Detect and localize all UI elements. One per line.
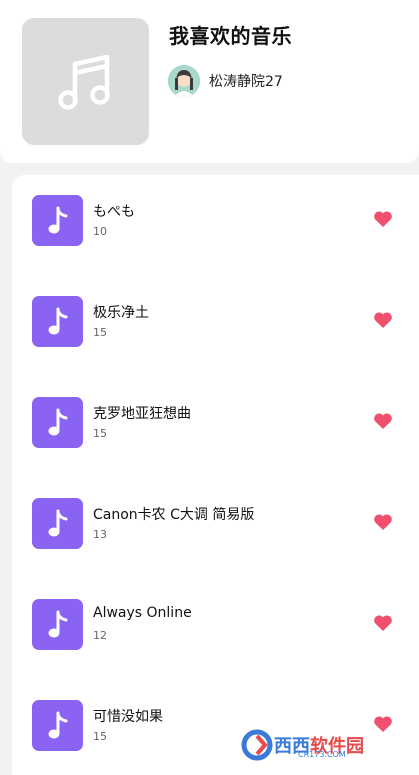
song-cover: [32, 498, 83, 549]
song-title: 克罗地亚狂想曲: [93, 406, 191, 422]
song-list: もぺも 10 极乐净土 15 克罗地亚狂想曲 15 Canon卡农 C大调 简易…: [12, 175, 419, 775]
song-title: 可惜没如果: [93, 709, 163, 725]
song-count: 12: [93, 629, 107, 642]
song-count: 15: [93, 326, 107, 339]
song-count: 15: [93, 427, 107, 440]
heart-icon[interactable]: [373, 715, 393, 733]
heart-icon[interactable]: [373, 614, 393, 632]
music-note-icon: [48, 307, 67, 334]
avatar-icon: [168, 65, 200, 97]
song-cover: [32, 397, 83, 448]
song-title: Always Online: [93, 605, 192, 621]
heart-icon[interactable]: [373, 311, 393, 329]
heart-icon[interactable]: [373, 412, 393, 430]
music-note-icon: [48, 509, 67, 536]
song-cover: [32, 296, 83, 347]
watermark: 西西软件园 CR173.COM: [240, 728, 364, 762]
playlist-owner[interactable]: 松涛静院27: [168, 65, 283, 97]
music-note-icon: [48, 610, 67, 637]
list-item[interactable]: 极乐净土 15: [12, 276, 419, 377]
song-title: もぺも: [93, 204, 135, 220]
list-item[interactable]: Always Online 12: [12, 579, 419, 680]
music-note-icon: [48, 408, 67, 435]
heart-icon[interactable]: [373, 210, 393, 228]
song-cover: [32, 195, 83, 246]
song-title: Canon卡农 C大调 简易版: [93, 507, 255, 523]
list-item[interactable]: Canon卡农 C大调 简易版 13: [12, 478, 419, 579]
playlist-cover[interactable]: [22, 18, 149, 145]
watermark-logo-icon: [241, 729, 273, 761]
song-cover: [32, 599, 83, 650]
song-title: 极乐净土: [93, 305, 149, 321]
list-item[interactable]: 克罗地亚狂想曲 15: [12, 377, 419, 478]
music-note-icon: [48, 206, 67, 233]
playlist-header: 我喜欢的音乐 松涛静院27: [0, 0, 419, 163]
owner-name: 松涛静院27: [209, 74, 283, 90]
music-note-icon: [48, 711, 67, 738]
song-count: 13: [93, 528, 107, 541]
playlist-title: 我喜欢的音乐: [169, 24, 292, 48]
avatar[interactable]: [168, 65, 200, 97]
song-cover: [32, 700, 83, 751]
list-item[interactable]: もぺも 10: [12, 175, 419, 276]
watermark-url: CR173.COM: [298, 750, 346, 759]
song-count: 15: [93, 730, 107, 743]
music-note-icon: [57, 54, 110, 110]
heart-icon[interactable]: [373, 513, 393, 531]
song-count: 10: [93, 225, 107, 238]
